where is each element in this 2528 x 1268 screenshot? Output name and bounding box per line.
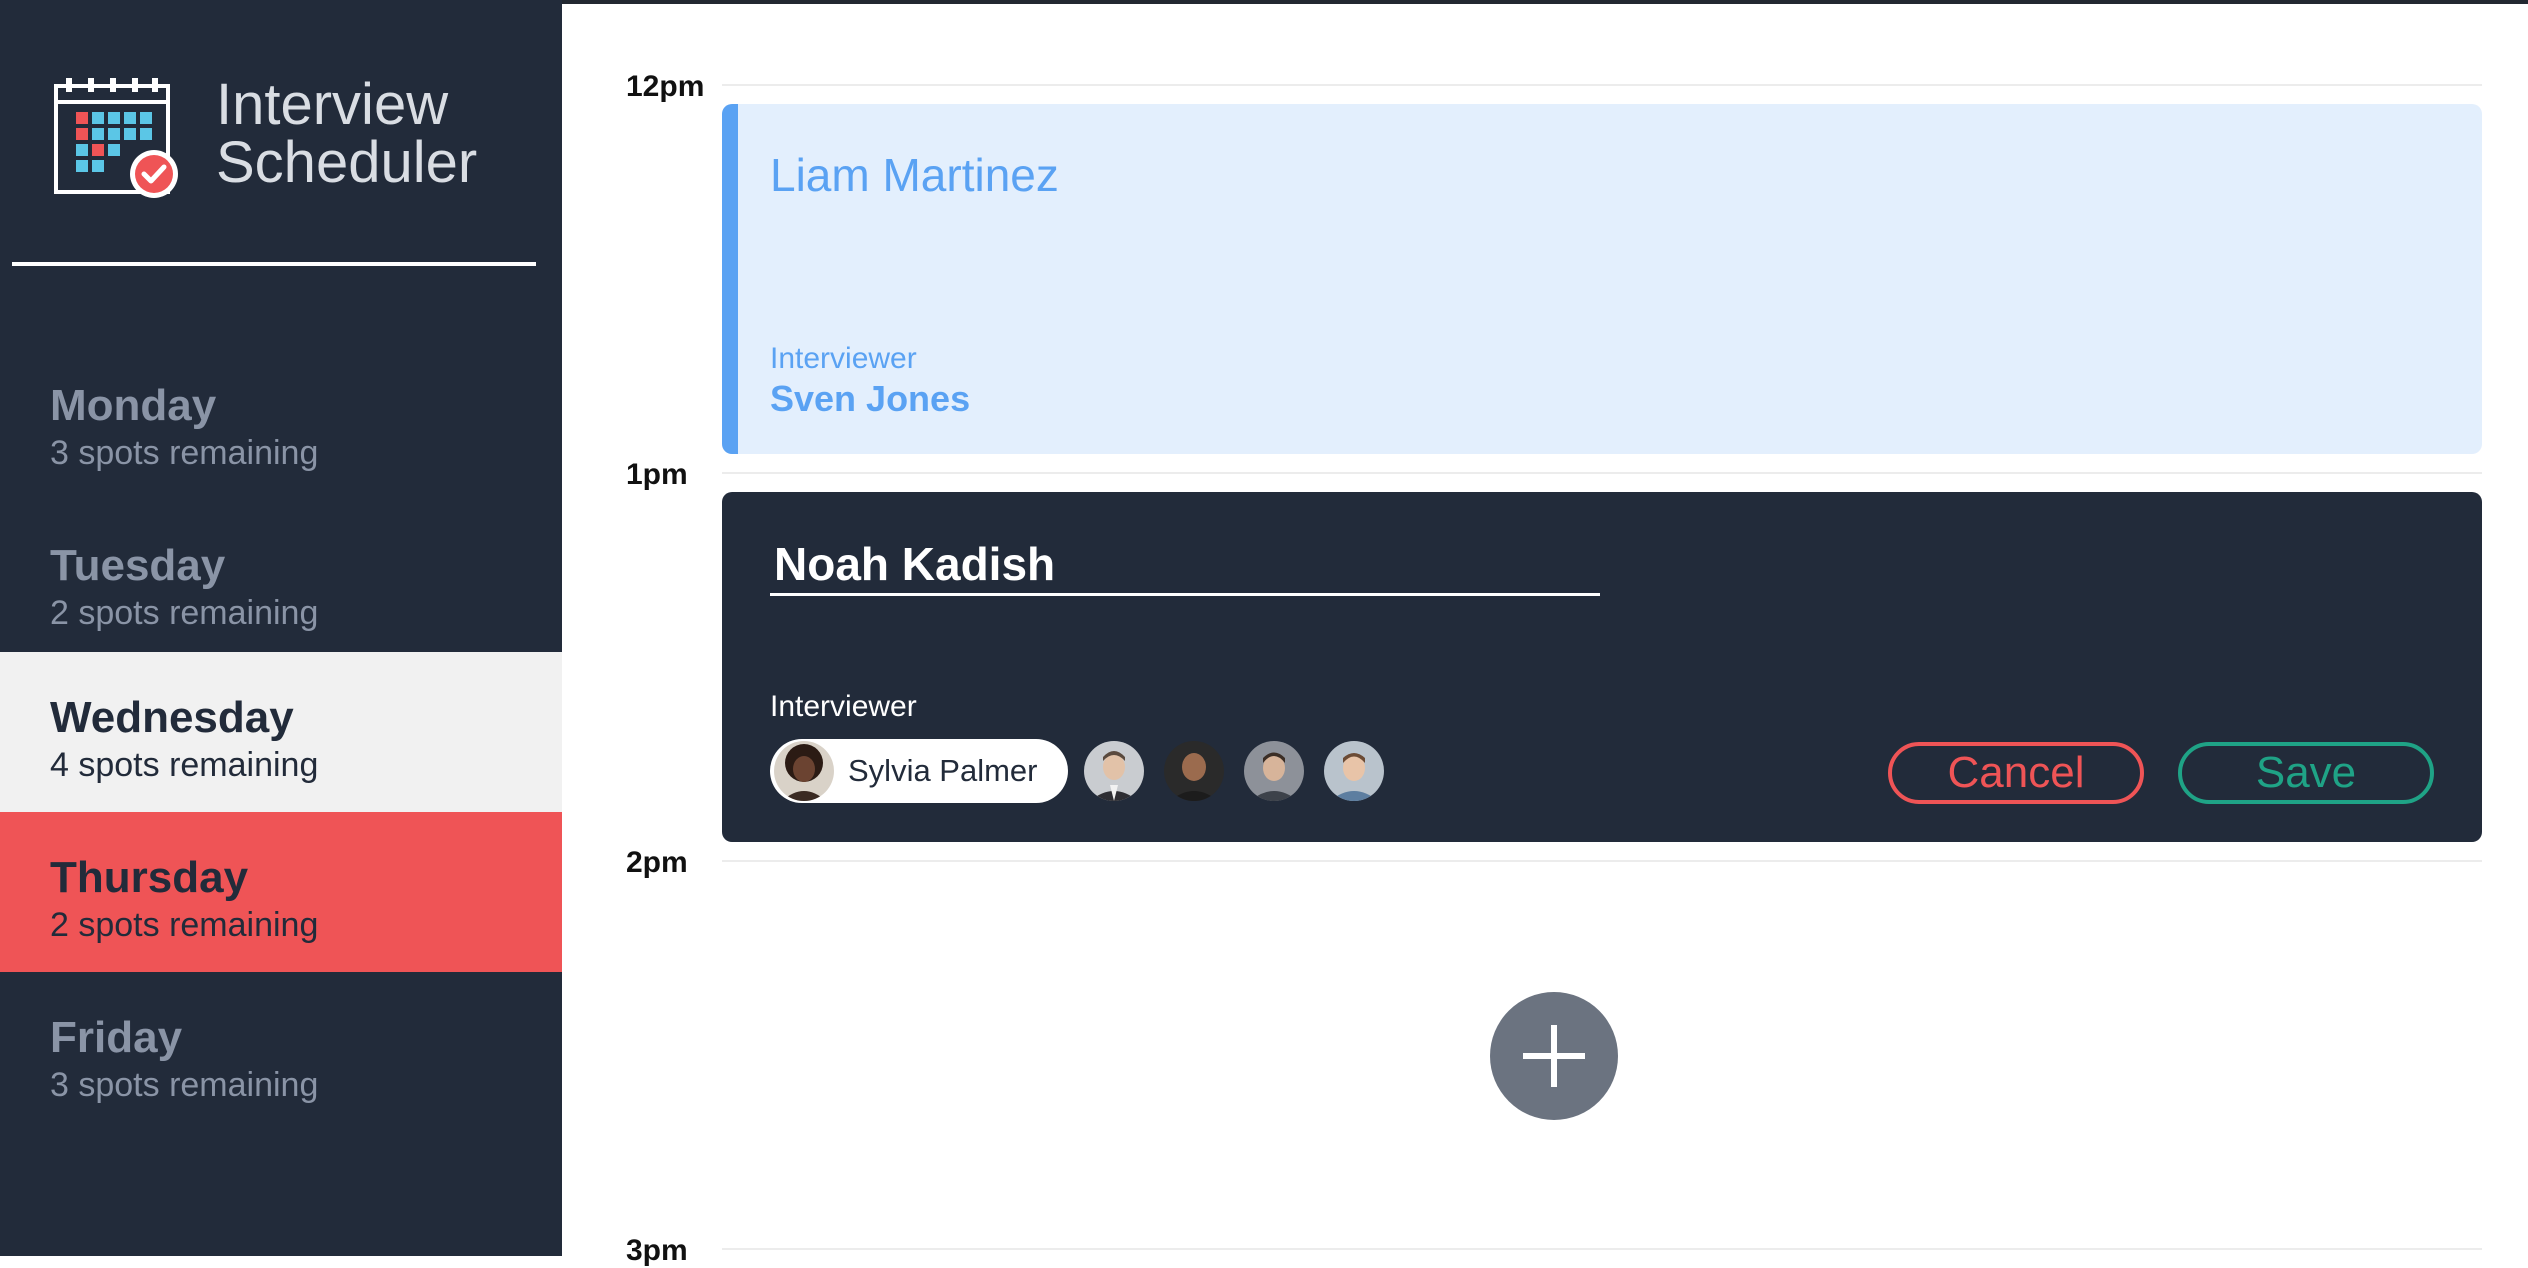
interviewer-list: Sylvia Palmer xyxy=(770,738,1404,804)
day-item-tuesday[interactable]: Tuesday 2 spots remaining xyxy=(0,500,562,660)
calendar-check-icon xyxy=(54,78,178,198)
app-title: Interview Scheduler xyxy=(216,76,477,192)
day-name: Monday xyxy=(50,381,217,430)
interviewer-avatar[interactable] xyxy=(1243,741,1304,801)
sidebar: Interview Scheduler Monday 3 spots remai… xyxy=(0,0,562,1256)
time-label-1pm: 1pm xyxy=(626,458,688,491)
cancel-button[interactable]: Cancel xyxy=(1888,742,2144,804)
hour-line xyxy=(722,860,2482,862)
app-title-line1: Interview xyxy=(216,72,449,137)
hour-line xyxy=(722,84,2482,86)
time-label-3pm: 3pm xyxy=(626,1234,688,1267)
day-name: Tuesday xyxy=(50,541,226,590)
appointment-accent-bar xyxy=(722,104,738,454)
interviewer-avatar[interactable] xyxy=(1323,741,1384,801)
time-label-12pm: 12pm xyxy=(626,70,705,103)
day-item-monday[interactable]: Monday 3 spots remaining xyxy=(0,340,562,500)
sidebar-divider xyxy=(12,262,536,266)
interviewer-avatar[interactable] xyxy=(1083,741,1144,801)
interviewer-name: Sven Jones xyxy=(770,378,971,419)
save-button[interactable]: Save xyxy=(2178,742,2434,804)
day-spots: 2 spots remaining xyxy=(50,594,319,632)
schedule-area: 12pm Liam Martinez Interviewer Sven Jone… xyxy=(562,4,2528,1267)
day-spots: 3 spots remaining xyxy=(50,1066,319,1104)
hour-line xyxy=(722,472,2482,474)
app-title-line2: Scheduler xyxy=(216,130,478,195)
student-name-input[interactable] xyxy=(770,534,1600,596)
student-name: Liam Martinez xyxy=(770,149,1059,201)
day-name: Thursday xyxy=(50,853,249,902)
time-label-2pm: 2pm xyxy=(626,846,688,879)
day-item-friday[interactable]: Friday 3 spots remaining xyxy=(0,972,562,1132)
interviewer-avatar[interactable] xyxy=(1163,741,1224,801)
day-item-wednesday[interactable]: Wednesday 4 spots remaining xyxy=(0,652,562,812)
interviewer-option-selected[interactable]: Sylvia Palmer xyxy=(770,739,1068,803)
day-spots: 3 spots remaining xyxy=(50,434,319,472)
interviewer-name: Sylvia Palmer xyxy=(848,753,1038,788)
appointment-form: Interviewer Sylvia Palmer xyxy=(722,492,2482,842)
day-name: Friday xyxy=(50,1013,183,1062)
avatar xyxy=(774,741,834,801)
add-appointment-button[interactable] xyxy=(1490,992,1618,1120)
day-name: Wednesday xyxy=(50,693,294,742)
interviewer-label: Interviewer xyxy=(770,690,917,723)
hour-line xyxy=(722,1248,2482,1250)
day-item-thursday[interactable]: Thursday 2 spots remaining xyxy=(0,812,562,972)
day-spots: 2 spots remaining xyxy=(50,906,319,944)
plus-icon xyxy=(1523,1025,1585,1087)
day-spots: 4 spots remaining xyxy=(50,746,319,784)
booked-appointment[interactable]: Liam Martinez Interviewer Sven Jones xyxy=(722,104,2482,454)
interviewer-label: Interviewer xyxy=(770,342,917,375)
